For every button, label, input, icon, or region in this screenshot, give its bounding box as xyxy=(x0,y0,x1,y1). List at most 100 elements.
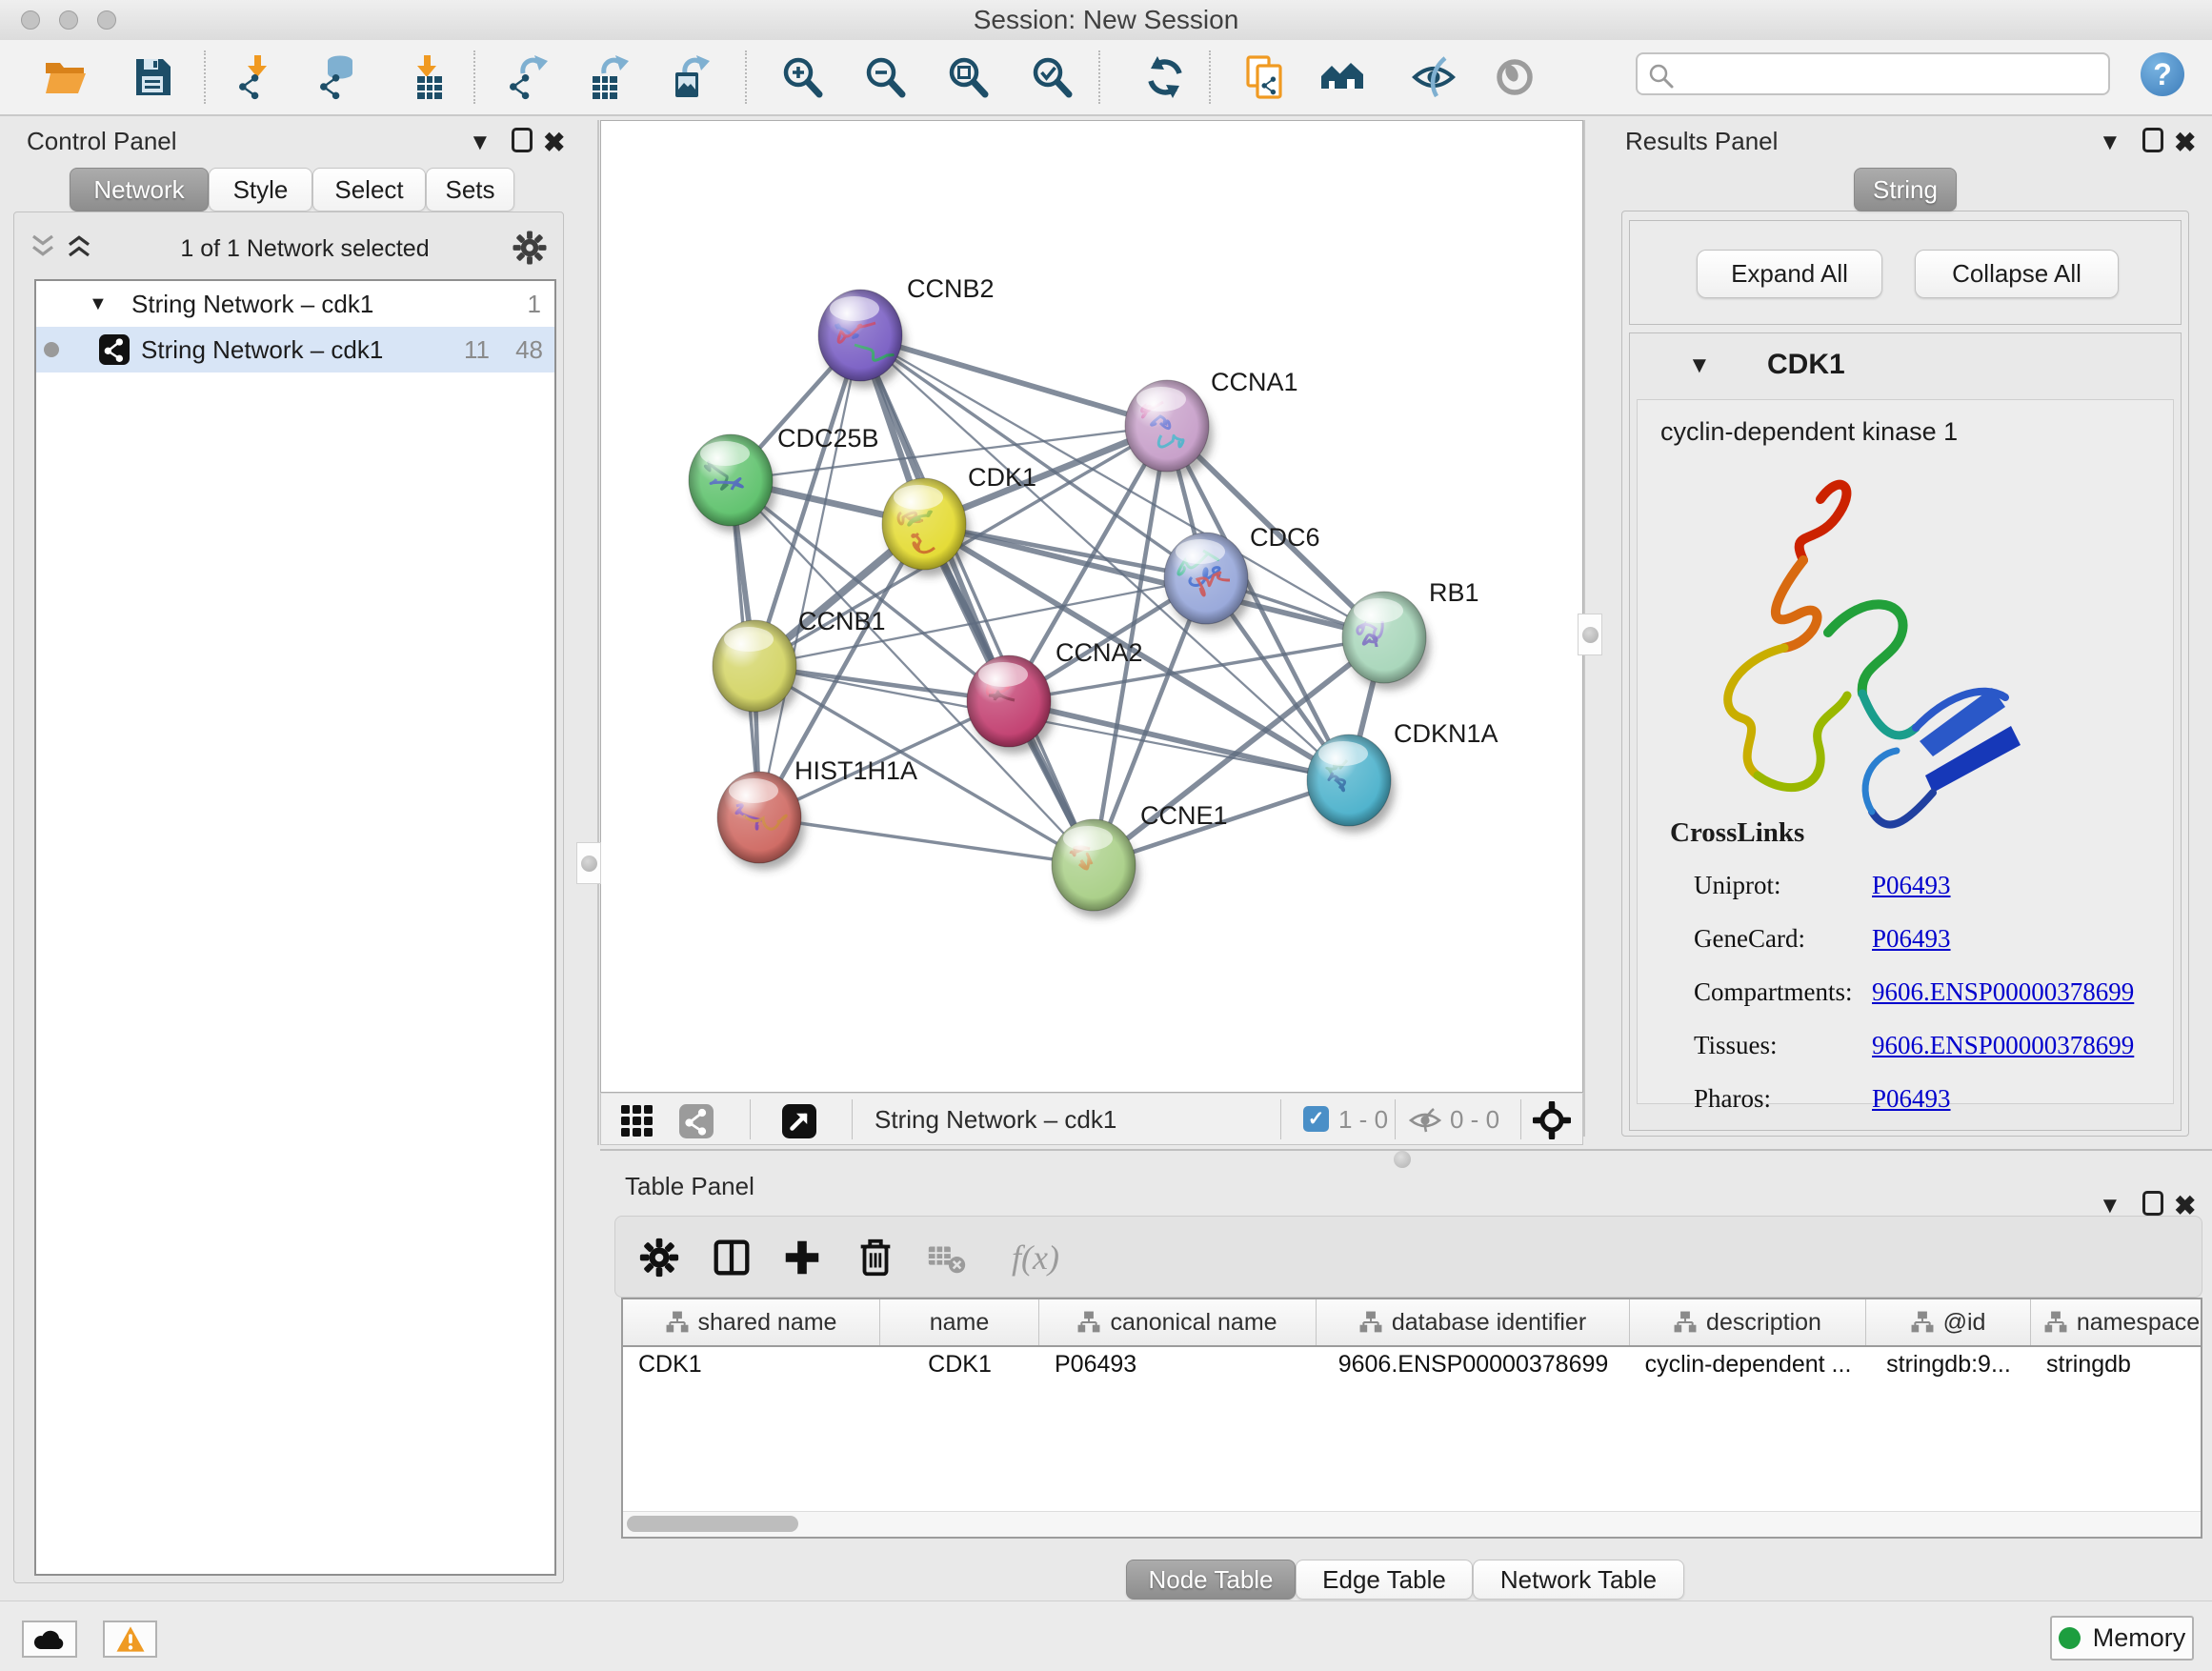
right-divider-grip[interactable] xyxy=(1578,614,1602,655)
tab-string-results[interactable]: String xyxy=(1854,168,1957,211)
network-edge-CCNB2-CCNE1[interactable] xyxy=(860,335,1094,865)
crosslink-link[interactable]: P06493 xyxy=(1872,871,1951,900)
birdseye-view-icon[interactable] xyxy=(620,1104,654,1143)
hide-edges-button[interactable] xyxy=(1407,50,1460,104)
crosslink-link[interactable]: P06493 xyxy=(1872,924,1951,954)
tab-style[interactable]: Style xyxy=(209,168,312,211)
network-node-HIST1H1A[interactable] xyxy=(717,772,805,870)
column-header-database-identifier[interactable]: database identifier xyxy=(1317,1299,1630,1345)
column-header-name[interactable]: name xyxy=(880,1299,1039,1345)
scrollbar-thumb[interactable] xyxy=(627,1516,798,1532)
show-all-views-icon xyxy=(1319,54,1365,100)
selected-nodes-checkbox[interactable]: ✓ xyxy=(1303,1106,1329,1132)
search-box[interactable] xyxy=(1636,52,2110,95)
network-from-clipboard-button[interactable] xyxy=(1238,50,1292,104)
network-edge-CCNB2-HIST1H1A[interactable] xyxy=(759,335,860,817)
string-style-icon[interactable] xyxy=(679,1104,714,1143)
tab-node-table[interactable]: Node Table xyxy=(1126,1560,1296,1600)
help-button[interactable]: ? xyxy=(2141,52,2184,96)
export-table-button[interactable] xyxy=(583,50,636,104)
network-tree-row-selected[interactable]: String Network – cdk1 11 48 xyxy=(36,327,554,372)
fit-selected-crosshair-icon[interactable] xyxy=(1533,1101,1571,1144)
column-header-shared-name[interactable]: shared name xyxy=(623,1299,880,1345)
results-panel-float-icon[interactable] xyxy=(2142,128,2163,152)
toggle-preview-button[interactable] xyxy=(1488,50,1541,104)
export-image-button[interactable] xyxy=(664,50,717,104)
left-divider[interactable] xyxy=(597,120,599,1145)
string-network-icon xyxy=(99,334,130,372)
network-collection-label: String Network – cdk1 xyxy=(131,290,373,319)
zoom-out-button[interactable] xyxy=(859,50,913,104)
save-session-icon xyxy=(130,54,175,100)
tab-network[interactable]: Network xyxy=(70,168,209,211)
network-node-CCNE1[interactable] xyxy=(1052,819,1139,917)
table-row[interactable]: CDK1CDK1P064939606.ENSP00000378699cyclin… xyxy=(623,1347,2201,1381)
network-edge-CCNA2-CDKN1A[interactable] xyxy=(1009,701,1349,780)
search-input[interactable] xyxy=(1679,56,2102,92)
results-panel-close-icon[interactable]: ✖ xyxy=(2174,127,2196,158)
network-node-RB1[interactable] xyxy=(1342,592,1430,690)
column-header-description[interactable]: description xyxy=(1630,1299,1866,1345)
memory-button[interactable]: Memory xyxy=(2050,1616,2194,1661)
table-horizontal-scrollbar[interactable] xyxy=(623,1511,2201,1537)
crosslink-link[interactable]: 9606.ENSP00000378699 xyxy=(1872,977,2134,1007)
crosslink-link[interactable]: P06493 xyxy=(1872,1084,1951,1114)
export-network-button[interactable] xyxy=(502,50,555,104)
refresh-view-button[interactable] xyxy=(1138,50,1192,104)
results-panel-menu-icon[interactable]: ▼ xyxy=(2099,130,2122,156)
table-gear-icon[interactable] xyxy=(633,1231,686,1284)
network-node-CDC6[interactable] xyxy=(1164,533,1252,631)
expand-all-button[interactable]: Expand All xyxy=(1697,250,1882,298)
column-header-canonical-name[interactable]: canonical name xyxy=(1039,1299,1317,1345)
network-options-gear-icon[interactable] xyxy=(511,229,549,272)
export-table-icon xyxy=(587,54,633,100)
control-panel-menu-icon[interactable]: ▼ xyxy=(469,130,492,156)
left-divider-grip[interactable] xyxy=(576,842,601,884)
zoom-fit-content-button[interactable] xyxy=(942,50,995,104)
save-session-button[interactable] xyxy=(126,50,179,104)
tab-edge-table[interactable]: Edge Table xyxy=(1296,1560,1473,1600)
warnings-button[interactable] xyxy=(103,1621,157,1658)
network-node-CCNA1[interactable] xyxy=(1125,380,1213,478)
delete-column-icon[interactable] xyxy=(849,1231,902,1284)
crosslink-row: Compartments: 9606.ENSP00000378699 xyxy=(1638,970,2175,1023)
gene-section-collapse-icon[interactable]: ▼ xyxy=(1688,352,1711,379)
collapse-all-networks-icon[interactable] xyxy=(29,232,57,265)
network-tree-root-row[interactable]: ▼ String Network – cdk1 1 xyxy=(36,281,554,327)
zoom-selected-region-button[interactable] xyxy=(1026,50,1079,104)
network-edge-HIST1H1A-CCNE1[interactable] xyxy=(759,817,1094,865)
horizontal-divider-grip[interactable] xyxy=(1394,1151,1411,1168)
network-node-CCNA2[interactable] xyxy=(967,655,1055,754)
column-header-@id[interactable]: @id xyxy=(1866,1299,2031,1345)
crosslink-link[interactable]: 9606.ENSP00000378699 xyxy=(1872,1031,2134,1060)
import-network-from-database-button[interactable] xyxy=(312,50,365,104)
table-panel-float-icon[interactable] xyxy=(2142,1191,2163,1216)
tree-expand-arrow-icon[interactable]: ▼ xyxy=(89,293,108,315)
network-node-CDK1[interactable] xyxy=(882,478,970,576)
show-columns-icon[interactable] xyxy=(705,1231,758,1284)
expand-all-networks-icon[interactable] xyxy=(65,232,93,265)
network-node-CCNB2[interactable] xyxy=(818,290,906,388)
show-all-views-button[interactable] xyxy=(1316,50,1369,104)
import-table-from-file-button[interactable] xyxy=(400,50,453,104)
zoom-in-button[interactable] xyxy=(776,50,830,104)
collapse-all-button[interactable]: Collapse All xyxy=(1915,250,2119,298)
add-column-icon[interactable] xyxy=(775,1231,829,1284)
network-edge-CCNB2-CCNA1[interactable] xyxy=(860,335,1167,426)
network-node-CDC25B[interactable] xyxy=(689,434,776,533)
tab-select[interactable]: Select xyxy=(312,168,426,211)
column-header-namespace[interactable]: namespace xyxy=(2031,1299,2202,1345)
cloud-button[interactable] xyxy=(22,1621,77,1658)
open-session-button[interactable] xyxy=(38,50,91,104)
tab-sets[interactable]: Sets xyxy=(426,168,514,211)
tab-network-table[interactable]: Network Table xyxy=(1473,1560,1684,1600)
open-in-window-icon[interactable] xyxy=(782,1104,816,1143)
network-node-CDKN1A[interactable] xyxy=(1307,735,1395,833)
import-network-from-file-button[interactable] xyxy=(231,50,284,104)
control-panel-float-icon[interactable] xyxy=(512,128,533,152)
toolbar-separator xyxy=(204,50,206,104)
control-panel-close-icon[interactable]: ✖ xyxy=(543,127,565,158)
gene-name-heading: CDK1 xyxy=(1767,349,1845,381)
horizontal-divider[interactable] xyxy=(600,1149,2212,1151)
network-canvas[interactable]: CCNB2CCNA1CDC25BCDK1CDC6RB1CCNB1CCNA2CDK… xyxy=(600,120,1583,1093)
